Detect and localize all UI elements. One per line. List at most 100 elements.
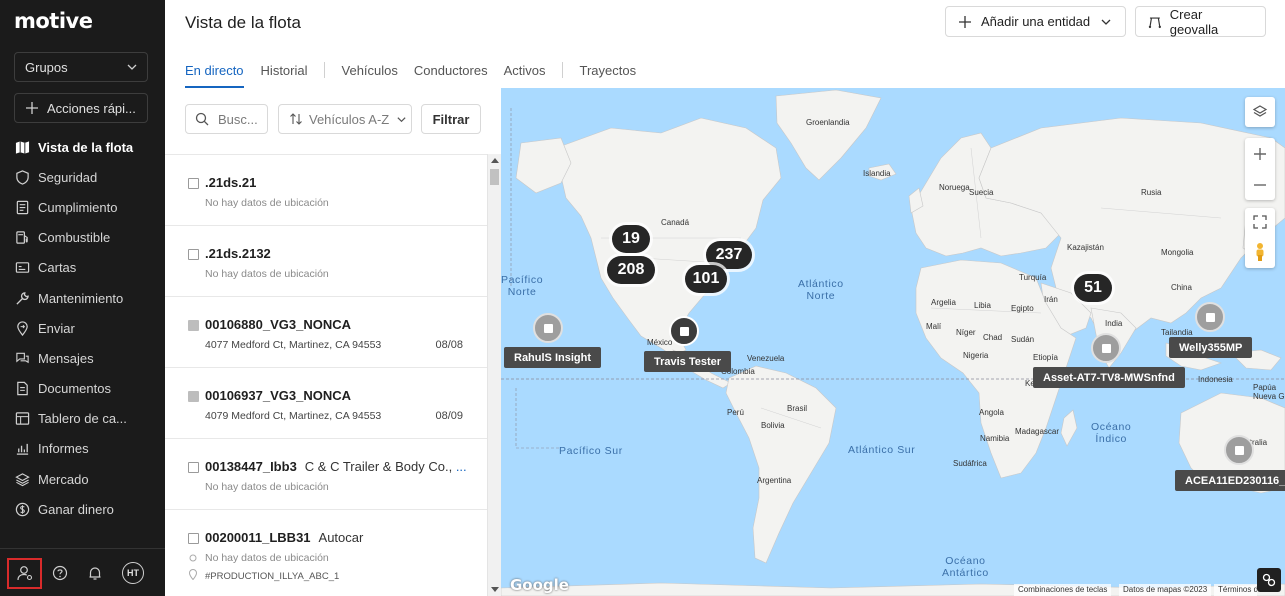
location-text: 4077 Medford Ct, Martinez, CA 94553 (205, 339, 382, 351)
vehicle-cluster[interactable]: 19 (612, 225, 650, 253)
filter-button[interactable]: Filtrar (421, 104, 481, 134)
row-checkbox[interactable] (188, 391, 199, 402)
asset-pin[interactable] (1224, 435, 1254, 465)
square-icon (1101, 343, 1111, 353)
nav-item-documents[interactable]: Documentos (0, 374, 165, 404)
vehicle-pin[interactable] (669, 316, 699, 346)
asset-pin[interactable] (1195, 302, 1225, 332)
map-layers-button[interactable] (1245, 97, 1275, 127)
list-item[interactable]: 00200011_LBB31 Autocar No hay datos de ub… (165, 510, 487, 596)
label-china: China (1171, 283, 1192, 292)
chevron-down-icon (127, 64, 137, 70)
tab-bar: En directo Historial Vehículos Conductor… (185, 52, 636, 88)
square-icon (1205, 312, 1215, 322)
chevron-down-icon (397, 116, 406, 122)
page-title: Vista de la flota (185, 13, 301, 32)
row-checkbox[interactable] (188, 462, 199, 473)
file-icon (17, 381, 28, 396)
label-rusia: Rusia (1141, 188, 1162, 197)
pin-label[interactable]: Asset-AT7-TV8-MWSnfnd (1033, 367, 1185, 388)
row-checkbox[interactable] (188, 178, 199, 189)
asset-pin[interactable] (1091, 333, 1121, 363)
label-niger: Níger (956, 328, 976, 337)
nav-item-compliance[interactable]: Cumplimiento (0, 192, 165, 222)
list-item[interactable]: .21ds.2132 No hay datos de ubicación (165, 226, 487, 297)
nav-item-board[interactable]: Tablero de ca... (0, 404, 165, 434)
vehicle-cluster[interactable]: 101 (685, 265, 727, 293)
tag-text: #PRODUCTION_ILLYA_ABC_1 (205, 571, 340, 582)
list-item[interactable]: 00138447_Ibb3 C & C Trailer & Body Co., .… (165, 439, 487, 510)
vehicle-list: .21ds.21 No hay datos de ubicación .21ds… (165, 154, 487, 596)
add-entity-button[interactable]: Añadir una entidad (945, 6, 1126, 37)
label-argelia: Argelia (931, 298, 956, 307)
google-logo: Google (510, 576, 569, 594)
vehicle-cluster[interactable]: 51 (1074, 274, 1112, 302)
pin-label[interactable]: RahulS Insight (504, 347, 601, 368)
nav-item-safety[interactable]: Seguridad (0, 162, 165, 192)
tab-vehicles[interactable]: Vehículos (342, 52, 398, 88)
board-icon (15, 412, 30, 426)
nav-item-reports[interactable]: Informes (0, 434, 165, 464)
sort-select[interactable]: Vehículos A-Z (278, 104, 412, 134)
avatar[interactable]: HT (122, 562, 144, 584)
nav-item-maintenance[interactable]: Mantenimiento (0, 283, 165, 313)
fleet-map[interactable]: Groenlandia Islandia Canadá Noruega Suec… (501, 88, 1285, 596)
tab-divider (323, 62, 325, 78)
list-scrollbar[interactable] (487, 154, 501, 596)
terms-link[interactable]: Términos de uso (1214, 584, 1257, 596)
create-geofence-button[interactable]: Crear geovalla (1135, 6, 1266, 37)
pin-label[interactable]: ACEA11ED230116_PV (1175, 470, 1285, 491)
notifications-button[interactable] (84, 562, 106, 584)
list-item[interactable]: .21ds.21 No hay datos de ubicación (165, 155, 487, 226)
label-groenlandia: Groenlandia (806, 118, 850, 127)
help-button[interactable] (49, 562, 71, 584)
keyboard-shortcuts-link[interactable]: Combinaciones de teclas (1014, 584, 1112, 596)
scroll-down-icon[interactable] (491, 587, 499, 592)
tab-history[interactable]: Historial (261, 52, 308, 88)
pin-label[interactable]: Welly355MP (1169, 337, 1253, 358)
row-checkbox[interactable] (188, 533, 199, 544)
label-angola: Angola (979, 408, 1004, 417)
row-checkbox[interactable] (188, 320, 199, 331)
nav-item-fuel[interactable]: Combustible (0, 223, 165, 253)
scroll-up-icon[interactable] (491, 158, 499, 163)
nav-item-dispatch[interactable]: Enviar (0, 313, 165, 343)
groups-select[interactable]: Grupos (14, 52, 148, 82)
tab-live[interactable]: En directo (185, 52, 244, 88)
sidebar: motive Grupos Acciones rápi... Vista de … (0, 0, 165, 596)
square-icon (679, 326, 689, 336)
tab-assets[interactable]: Activos (504, 52, 546, 88)
label-mexico: México (647, 338, 673, 347)
location-text: No hay datos de ubicación (205, 481, 329, 493)
tab-trips[interactable]: Trayectos (580, 52, 637, 88)
nav-item-cards[interactable]: Cartas (0, 253, 165, 283)
zoom-out-icon[interactable] (1253, 178, 1267, 192)
asset-pin[interactable] (533, 313, 563, 343)
vehicle-name: 00138447_Ibb3 C & C Trailer & Body Co., .… (205, 459, 467, 474)
list-item[interactable]: 00106880_VG3_NONCA 4077 Medford Ct, Mart… (165, 297, 487, 368)
label-canada: Canadá (661, 218, 690, 227)
vehicle-make: Autocar (318, 530, 364, 545)
nav-item-earn-money[interactable]: Ganar dinero (0, 494, 165, 524)
ocean-atlantic-north: Atlántico Norte (798, 278, 844, 302)
tab-drivers[interactable]: Conductores (414, 52, 488, 88)
scrollbar-thumb[interactable] (490, 169, 499, 185)
motive-logo[interactable]: motive (14, 9, 93, 33)
fullscreen-icon[interactable] (1253, 214, 1267, 229)
map-tools-button[interactable] (1257, 568, 1281, 592)
street-view-icon[interactable] (1253, 242, 1267, 262)
search-input[interactable]: Busc... (185, 104, 268, 134)
nav-item-fleet-view[interactable]: Vista de la flota (0, 132, 165, 162)
row-checkbox[interactable] (188, 249, 199, 260)
label-nigeria: Nigeria (963, 351, 989, 360)
nav-item-messages[interactable]: Mensajes (0, 343, 165, 373)
zoom-in-icon[interactable] (1253, 147, 1267, 161)
label-kazajistan: Kazajistán (1067, 243, 1104, 252)
quick-actions-button[interactable]: Acciones rápi... (14, 93, 148, 123)
pin-label[interactable]: Travis Tester (644, 351, 732, 372)
user-settings-button[interactable] (14, 562, 36, 584)
list-item[interactable]: 00106937_VG3_NONCA 4079 Medford Ct, Mart… (165, 368, 487, 439)
nav-item-marketplace[interactable]: Mercado (0, 464, 165, 494)
vehicle-cluster[interactable]: 208 (607, 256, 655, 284)
label-namibia: Namibia (980, 434, 1010, 443)
